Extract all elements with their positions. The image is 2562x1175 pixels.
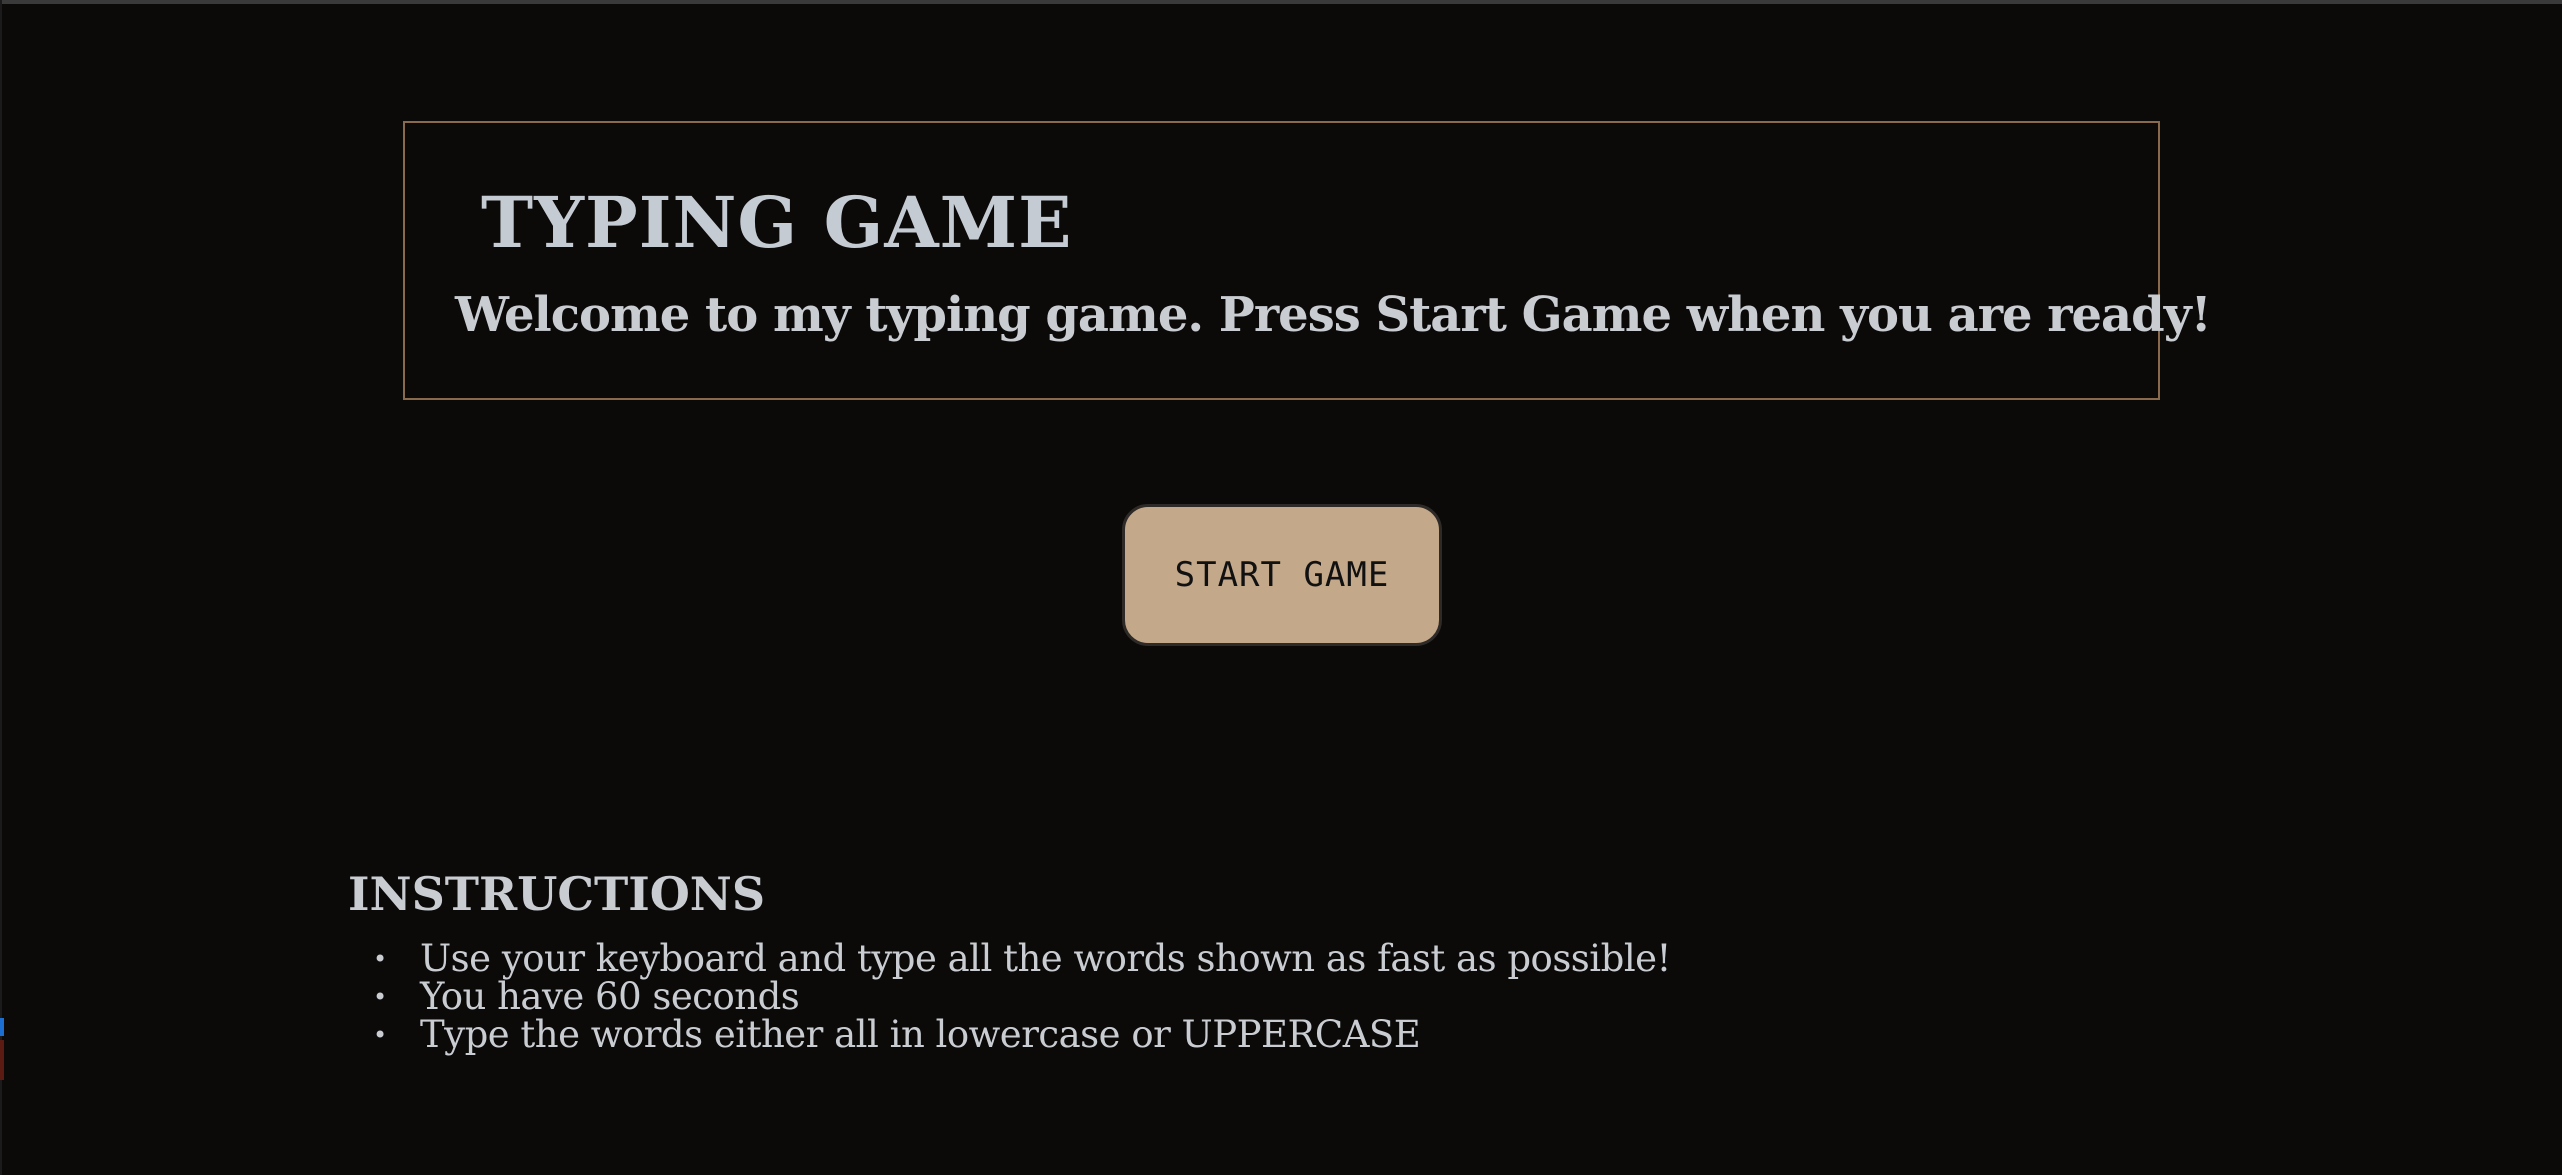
bullet-icon: • (373, 945, 387, 973)
bullet-icon: • (373, 983, 387, 1011)
edge-marker-red (0, 1040, 4, 1080)
window-left-border (0, 0, 2, 1175)
edge-marker-blue (0, 1018, 4, 1036)
instructions-heading: INSTRUCTIONS (348, 867, 766, 921)
instruction-text: Use your keyboard and type all the words… (420, 937, 1671, 980)
instruction-item: • Type the words either all in lowercase… (370, 1016, 1671, 1054)
welcome-message: Welcome to my typing game. Press Start G… (455, 287, 2212, 343)
instruction-item: • Use your keyboard and type all the wor… (370, 940, 1671, 978)
page-title: TYPING GAME (481, 181, 1073, 264)
instruction-text: Type the words either all in lowercase o… (420, 1013, 1421, 1056)
bullet-icon: • (373, 1021, 387, 1049)
header-panel: TYPING GAME Welcome to my typing game. P… (403, 121, 2212, 400)
instructions-list: • Use your keyboard and type all the wor… (370, 940, 1671, 1054)
window-top-border (0, 0, 2562, 4)
instruction-item: • You have 60 seconds (370, 978, 1671, 1016)
instruction-text: You have 60 seconds (420, 975, 800, 1018)
start-game-button[interactable]: START GAME (1122, 504, 1442, 646)
